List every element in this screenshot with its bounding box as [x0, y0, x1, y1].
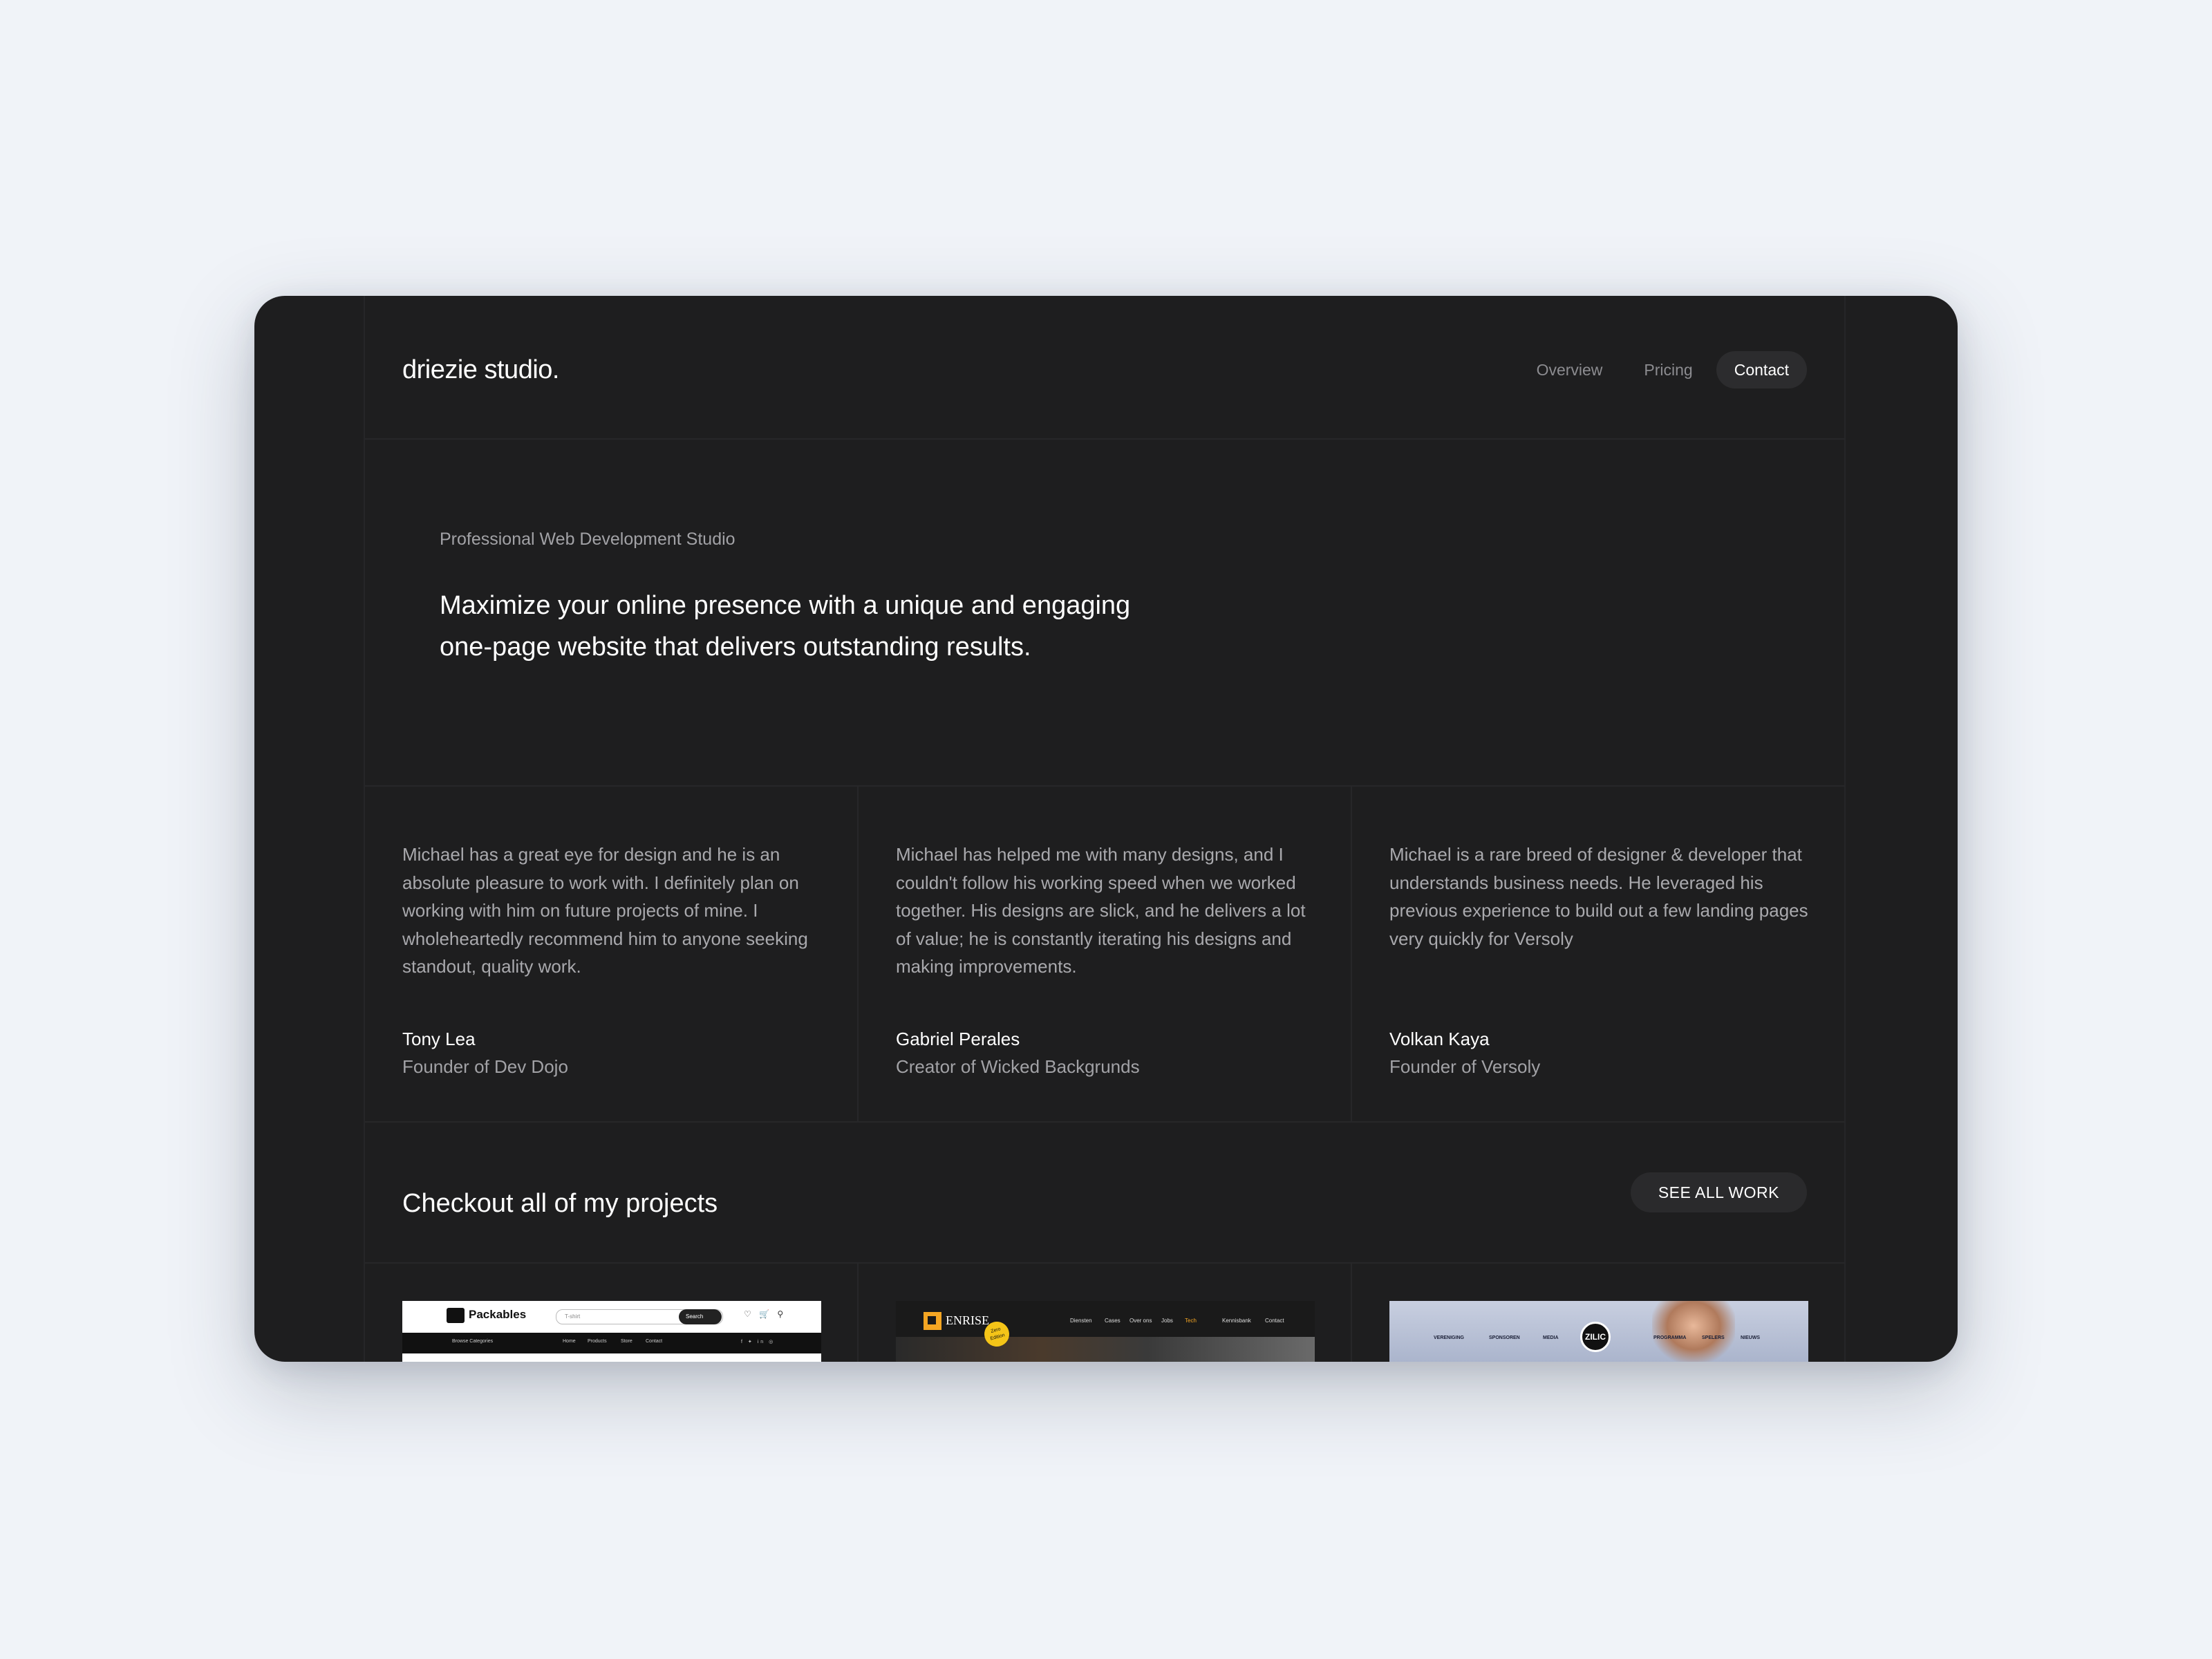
- thumb-nav-item: Over ons: [1130, 1318, 1152, 1324]
- thumb-nav-item: Store: [621, 1339, 632, 1344]
- thumb-logo: Packables: [469, 1308, 527, 1321]
- thumb-nav-item: PROGRAMMA: [1653, 1335, 1687, 1340]
- hero-subtitle: Professional Web Development Studio: [440, 529, 735, 549]
- main-nav: Overview Pricing Contact: [1519, 351, 1807, 388]
- thumb-hero-image: [896, 1337, 1315, 1362]
- testimonial-author: Gabriel Perales: [896, 1029, 1020, 1049]
- thumb-nav-item: SPELERS: [1702, 1335, 1725, 1340]
- hero-title: Maximize your online presence with a uni…: [440, 591, 1131, 662]
- thumb-logo: ENRISE: [946, 1313, 989, 1327]
- testimonials-section: Michael has a great eye for design and h…: [365, 787, 1844, 1123]
- projects-title: Checkout all of my projects: [402, 1189, 718, 1218]
- hero-section: Professional Web Development Studio Maxi…: [365, 440, 1844, 787]
- site-frame: driezie studio. Overview Pricing Contact…: [364, 296, 1846, 1362]
- site-logo[interactable]: driezie studio.: [402, 355, 559, 385]
- thumb-nav-item: Kennisbank: [1222, 1318, 1251, 1324]
- testimonial-quote: Michael is a rare breed of designer & de…: [1389, 844, 1808, 949]
- enrise-logo-icon: [924, 1312, 941, 1330]
- project-card-zilic[interactable]: VERENIGING SPONSOREN MEDIA ZILIC PROGRAM…: [1352, 1264, 1844, 1362]
- thumb-hero-photo: [1652, 1301, 1735, 1362]
- thumb-nav-item: Contact: [646, 1339, 663, 1344]
- thumb-nav-item: NIEUWS: [1741, 1335, 1760, 1340]
- thumb-nav-item: VERENIGING: [1434, 1335, 1464, 1340]
- testimonial-quote: Michael has a great eye for design and h…: [402, 844, 808, 977]
- testimonial-card: Michael is a rare breed of designer & de…: [1352, 787, 1844, 1121]
- thumb-nav-item: Cases: [1105, 1318, 1121, 1324]
- nav-contact-button[interactable]: Contact: [1716, 351, 1807, 388]
- project-thumbnail[interactable]: Packables T-shirt Search ♡ 🛒 ⚲ Browse Ca…: [402, 1301, 821, 1362]
- social-icons: f ✦ in ◎: [741, 1340, 776, 1344]
- thumb-header: Packables T-shirt Search ♡ 🛒 ⚲: [402, 1301, 821, 1333]
- see-all-work-button[interactable]: SEE ALL WORK: [1630, 1172, 1807, 1212]
- testimonial-role: Creator of Wicked Backgrunds: [896, 1056, 1140, 1077]
- projects-header: Checkout all of my projects SEE ALL WORK: [365, 1123, 1844, 1264]
- testimonial-quote: Michael has helped me with many designs,…: [896, 844, 1306, 977]
- thumb-nav-item: Jobs: [1161, 1318, 1173, 1324]
- thumb-nav-item: SPONSOREN: [1489, 1335, 1520, 1340]
- testimonial-card: Michael has a great eye for design and h…: [365, 787, 859, 1121]
- project-thumbnail[interactable]: ENRISE Zero Edition Diensten Cases Over …: [896, 1301, 1315, 1362]
- thumb-nav-item: MEDIA: [1543, 1335, 1559, 1340]
- browser-window: driezie studio. Overview Pricing Contact…: [254, 296, 1958, 1362]
- project-thumbnail[interactable]: VERENIGING SPONSOREN MEDIA ZILIC PROGRAM…: [1389, 1301, 1808, 1362]
- thumb-action-icons: ♡ 🛒 ⚲: [744, 1309, 787, 1319]
- testimonial-card: Michael has helped me with many designs,…: [859, 787, 1352, 1121]
- thumb-nav-item: Products: [588, 1339, 607, 1344]
- testimonial-author: Tony Lea: [402, 1029, 476, 1049]
- bag-icon: [447, 1308, 465, 1323]
- nav-pricing[interactable]: Pricing: [1626, 351, 1710, 388]
- enrise-logo-cutout: [928, 1316, 936, 1324]
- site-header: driezie studio. Overview Pricing Contact: [365, 296, 1844, 440]
- projects-grid: Packables T-shirt Search ♡ 🛒 ⚲ Browse Ca…: [365, 1264, 1844, 1362]
- testimonial-role: Founder of Dev Dojo: [402, 1056, 568, 1077]
- project-card-packables[interactable]: Packables T-shirt Search ♡ 🛒 ⚲ Browse Ca…: [365, 1264, 859, 1362]
- thumb-nav-item: Home: [563, 1339, 576, 1344]
- thumb-nav-item: Contact: [1265, 1318, 1284, 1324]
- nav-overview[interactable]: Overview: [1519, 351, 1621, 388]
- testimonial-author: Volkan Kaya: [1389, 1029, 1490, 1049]
- thumb-nav: Browse Categories Home Products Store Co…: [402, 1333, 821, 1353]
- thumb-nav-item: Browse Categories: [452, 1339, 494, 1344]
- testimonial-role: Founder of Versoly: [1389, 1056, 1541, 1077]
- club-crest-icon: ZILIC: [1580, 1322, 1611, 1352]
- thumb-search-button: Search: [679, 1309, 722, 1324]
- thumb-nav-item: Diensten: [1070, 1318, 1092, 1324]
- project-card-enrise[interactable]: ENRISE Zero Edition Diensten Cases Over …: [859, 1264, 1352, 1362]
- thumb-nav-item: Tech: [1185, 1318, 1197, 1324]
